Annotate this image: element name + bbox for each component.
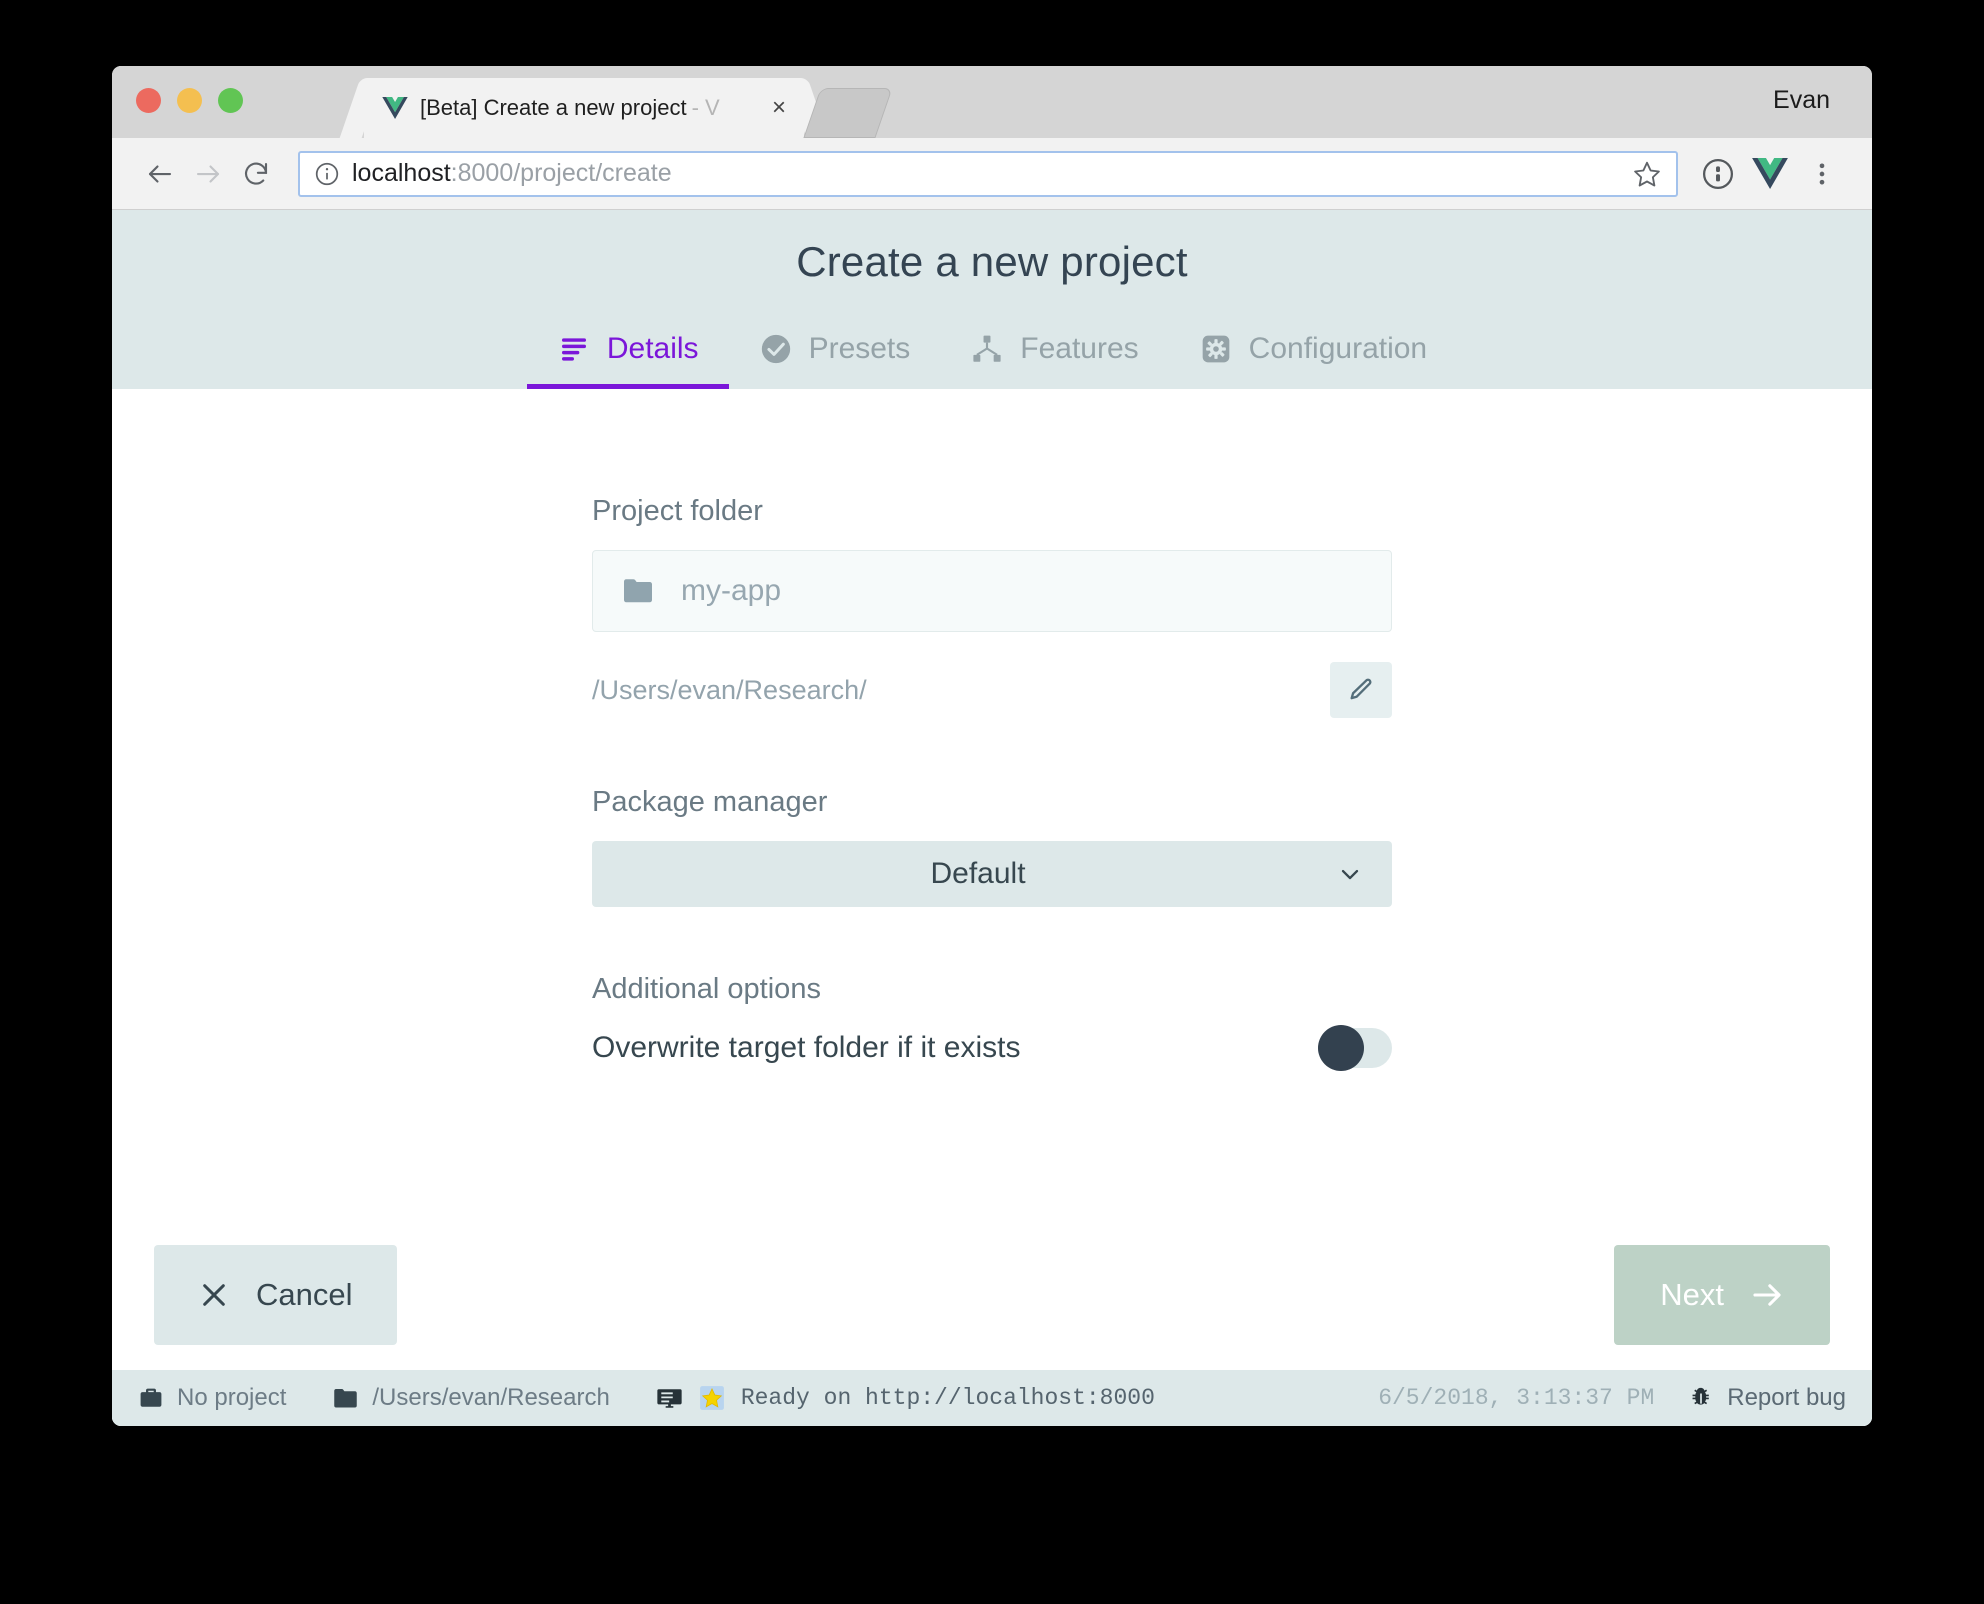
package-manager-select[interactable]: Default [592, 841, 1392, 907]
tab-features[interactable]: Features [940, 322, 1168, 389]
browser-toolbar: localhost:8000/project/create [112, 138, 1872, 210]
toggle-knob [1318, 1025, 1364, 1071]
info-circle-icon[interactable] [314, 161, 340, 187]
window-traffic-lights [136, 88, 243, 113]
status-path-label: /Users/evan/Research [372, 1384, 610, 1411]
tab-close-icon[interactable]: × [766, 96, 792, 120]
close-x-icon [198, 1279, 230, 1311]
console-icon[interactable] [656, 1385, 683, 1412]
status-project[interactable]: No project [138, 1384, 286, 1412]
package-manager-value: Default [930, 857, 1026, 890]
chevron-down-icon [1336, 860, 1364, 888]
minimize-window-button[interactable] [177, 88, 202, 113]
kebab-menu-icon[interactable] [1796, 160, 1848, 188]
bug-icon [1688, 1385, 1714, 1411]
overwrite-toggle[interactable] [1318, 1025, 1392, 1071]
url-text: localhost:8000/project/create [352, 159, 672, 188]
tab-configuration[interactable]: Configuration [1169, 322, 1457, 389]
tab-details[interactable]: Details [526, 322, 729, 389]
forward-arrow-icon [184, 150, 232, 198]
arrow-right-icon [1750, 1278, 1784, 1312]
check-circle-icon [759, 332, 793, 366]
status-project-label: No project [177, 1384, 287, 1411]
close-window-button[interactable] [136, 88, 161, 113]
briefcase-icon [138, 1385, 164, 1411]
sitemap-icon [970, 332, 1004, 366]
project-folder-placeholder: my-app [681, 574, 782, 607]
tab-details-label: Details [606, 332, 699, 365]
url-path: :8000/project/create [450, 159, 672, 187]
tab-configuration-label: Configuration [1248, 332, 1428, 365]
form-body: Project folder my-app /Users/evan/Resear… [112, 389, 1872, 1220]
profile-name[interactable]: Evan [1773, 86, 1830, 115]
omnibox[interactable]: localhost:8000/project/create [298, 150, 1678, 197]
project-path-text: /Users/evan/Research/ [592, 674, 867, 705]
browser-tab-strip: [Beta] Create a new project - V × Evan [112, 66, 1872, 138]
overwrite-option-row: Overwrite target folder if it exists [592, 1025, 1392, 1071]
browser-tab[interactable]: [Beta] Create a new project - V × [364, 78, 804, 138]
onepassword-icon[interactable] [1692, 157, 1744, 191]
package-manager-label: Package manager [592, 786, 828, 818]
status-bar: No project /Users/evan/Research Ready on… [112, 1370, 1872, 1426]
wizard-tabs: Details Presets Features Configuration [112, 322, 1872, 389]
status-timestamp: 6/5/2018, 3:13:37 PM [1378, 1385, 1655, 1411]
page-title: Create a new project [796, 238, 1188, 285]
gear-square-icon [1199, 332, 1233, 366]
next-button-label: Next [1660, 1277, 1724, 1312]
status-ready-message: Ready on http://localhost:8000 [740, 1385, 1155, 1411]
folder-icon [621, 577, 655, 605]
pencil-icon [1347, 676, 1375, 704]
tab-presets-label: Presets [808, 332, 911, 365]
project-folder-input[interactable]: my-app [592, 550, 1392, 632]
folder-icon [332, 1387, 359, 1410]
status-path[interactable]: /Users/evan/Research [332, 1384, 610, 1412]
additional-options-label: Additional options [592, 973, 821, 1005]
vue-cli-app: Create a new project Details Presets Fea… [112, 210, 1872, 1426]
maximize-window-button[interactable] [218, 88, 243, 113]
report-bug-label: Report bug [1727, 1384, 1846, 1411]
project-path-row: /Users/evan/Research/ [592, 662, 1392, 718]
back-arrow-icon[interactable] [136, 150, 184, 198]
new-tab-button[interactable] [803, 88, 893, 138]
overwrite-label: Overwrite target folder if it exists [592, 1031, 1021, 1064]
cancel-button[interactable]: Cancel [154, 1245, 397, 1345]
browser-window: [Beta] Create a new project - V × Evan l… [112, 66, 1872, 1426]
list-lines-icon [557, 332, 591, 366]
url-host: localhost [352, 159, 451, 187]
browser-tab-title: [Beta] Create a new project [420, 95, 687, 120]
app-header: Create a new project Details Presets Fea… [112, 210, 1872, 389]
status-ready-group[interactable]: Ready on http://localhost:8000 [656, 1385, 1155, 1412]
star-icon[interactable] [1632, 159, 1662, 189]
tab-features-label: Features [1020, 332, 1139, 365]
edit-path-button[interactable] [1330, 662, 1392, 718]
tab-presets[interactable]: Presets [729, 322, 941, 389]
report-bug-button[interactable]: Report bug [1688, 1384, 1846, 1412]
cancel-button-label: Cancel [256, 1277, 353, 1312]
form-inner: Project folder my-app /Users/evan/Resear… [592, 389, 1392, 1071]
reload-icon[interactable] [232, 150, 280, 198]
browser-tab-title-suffix: - V [691, 95, 720, 120]
vue-logo-icon [382, 97, 408, 119]
glowing-star-icon [699, 1385, 725, 1411]
footer-actions: Cancel Next [112, 1220, 1872, 1370]
vue-devtools-icon[interactable] [1744, 158, 1796, 189]
project-folder-label: Project folder [592, 495, 763, 527]
next-button[interactable]: Next [1614, 1245, 1830, 1345]
